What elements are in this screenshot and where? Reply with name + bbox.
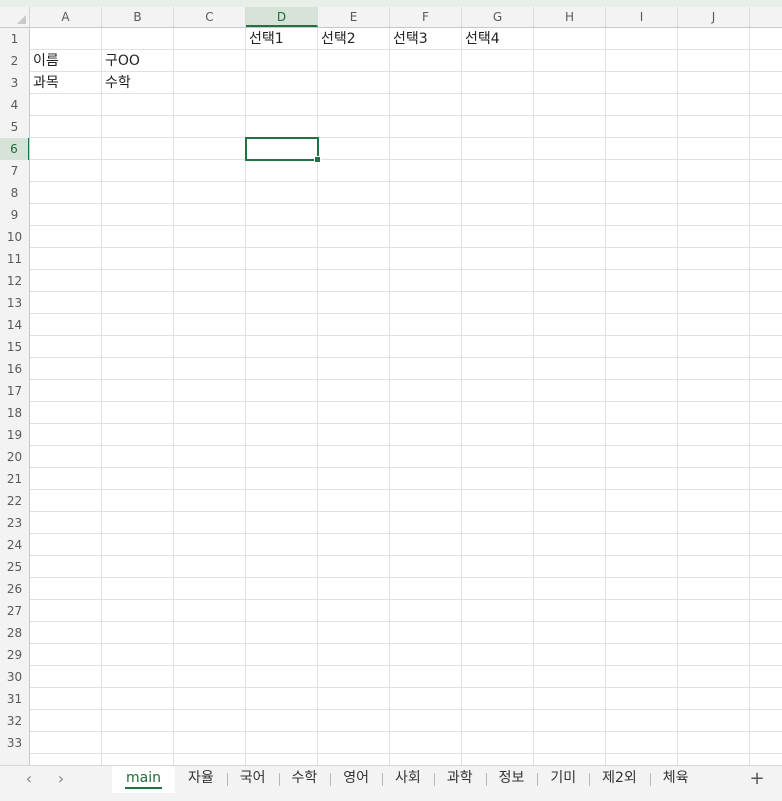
row-header-3[interactable]: 3 xyxy=(0,72,29,94)
cell-d1[interactable]: 선택1 xyxy=(246,28,284,50)
selected-cell-outline xyxy=(245,137,321,163)
select-all-corner[interactable] xyxy=(0,7,30,28)
sheet-tab-label: main xyxy=(125,770,162,789)
column-headers: ABCDEFGHIJ xyxy=(30,7,782,28)
status-bar xyxy=(0,793,782,801)
row-header-15[interactable]: 15 xyxy=(0,336,29,358)
sheet-tab-0[interactable]: main xyxy=(112,766,175,793)
row-header-9[interactable]: 9 xyxy=(0,204,29,226)
column-header-g[interactable]: G xyxy=(462,7,534,27)
row-header-4[interactable]: 4 xyxy=(0,94,29,116)
row-header-1[interactable]: 1 xyxy=(0,28,29,50)
sheet-tab-label: 체육 xyxy=(662,770,689,786)
row-header-14[interactable]: 14 xyxy=(0,314,29,336)
row-headers: 1 2 3 4 5 6 7 8 9 10 11 12 13 14 15 16 17 18 19 20 21 22 23 24 2… xyxy=(0,28,30,765)
row-header-20[interactable]: 20 xyxy=(0,446,29,468)
sheet-tab-label: 정보 xyxy=(498,770,525,786)
cell-b3[interactable]: 수학 xyxy=(102,72,131,94)
worksheet-grid[interactable]: 선택1 선택2 선택3 선택4 이름 구OO 과목 수학 xyxy=(30,28,782,765)
row-header-22[interactable]: 22 xyxy=(0,490,29,512)
column-header-h[interactable]: H xyxy=(534,7,606,27)
row-header-31[interactable]: 31 xyxy=(0,688,29,710)
row-header-30[interactable]: 30 xyxy=(0,666,29,688)
next-sheet-button[interactable]: › xyxy=(50,769,72,789)
column-header-i[interactable]: I xyxy=(606,7,678,27)
row-header-12[interactable]: 12 xyxy=(0,270,29,292)
fill-handle[interactable] xyxy=(314,156,321,163)
row-header-24[interactable]: 24 xyxy=(0,534,29,556)
plus-icon: + xyxy=(749,768,765,789)
row-header-28[interactable]: 28 xyxy=(0,622,29,644)
add-sheet-button[interactable]: + xyxy=(746,768,768,790)
row-header-25[interactable]: 25 xyxy=(0,556,29,578)
row-header-11[interactable]: 11 xyxy=(0,248,29,270)
row-header-2[interactable]: 2 xyxy=(0,50,29,72)
row-header-29[interactable]: 29 xyxy=(0,644,29,666)
prev-sheet-button[interactable]: ‹ xyxy=(18,769,40,789)
row-header-23[interactable]: 23 xyxy=(0,512,29,534)
sheet-tab-5[interactable]: 사회 xyxy=(382,766,434,793)
sheet-tab-label: 자율 xyxy=(187,770,214,786)
cell-a3[interactable]: 과목 xyxy=(30,72,59,94)
column-header-j[interactable]: J xyxy=(678,7,750,27)
row-header-17[interactable]: 17 xyxy=(0,380,29,402)
sheet-tab-3[interactable]: 수학 xyxy=(278,766,331,793)
row-header-6[interactable]: 6 xyxy=(0,138,29,160)
sheet-tabs: main 자율 국어 수학 영어 사회 과학 정보 기미 제2외 체육 xyxy=(112,766,702,793)
sheet-tab-label: 제2외 xyxy=(602,770,637,786)
sheet-tab-1[interactable]: 자율 xyxy=(175,766,227,793)
column-header-f[interactable]: F xyxy=(390,7,462,27)
sheet-tab-label: 국어 xyxy=(239,770,266,786)
cell-e1[interactable]: 선택2 xyxy=(318,28,356,50)
sheet-tab-label: 과학 xyxy=(446,770,473,786)
cell-b2[interactable]: 구OO xyxy=(102,50,140,72)
sheet-tab-8[interactable]: 기미 xyxy=(537,766,589,793)
column-header-c[interactable]: C xyxy=(174,7,246,27)
sheet-tab-9[interactable]: 제2외 xyxy=(589,766,650,793)
row-header-7[interactable]: 7 xyxy=(0,160,29,182)
column-header-d[interactable]: D xyxy=(246,7,318,27)
row-header-32[interactable]: 32 xyxy=(0,710,29,732)
row-header-16[interactable]: 16 xyxy=(0,358,29,380)
sheet-tab-label: 영어 xyxy=(343,770,370,786)
row-header-18[interactable]: 18 xyxy=(0,402,29,424)
window-top-strip xyxy=(0,0,782,7)
row-header-5[interactable]: 5 xyxy=(0,116,29,138)
column-header-e[interactable]: E xyxy=(318,7,390,27)
row-header-27[interactable]: 27 xyxy=(0,600,29,622)
row-header-13[interactable]: 13 xyxy=(0,292,29,314)
sheet-tab-7[interactable]: 정보 xyxy=(485,766,538,793)
sheet-tab-label: 수학 xyxy=(291,770,318,786)
row-header-33[interactable]: 33 xyxy=(0,732,29,754)
row-header-26[interactable]: 26 xyxy=(0,578,29,600)
row-header-21[interactable]: 21 xyxy=(0,468,29,490)
cell-g1[interactable]: 선택4 xyxy=(462,28,500,50)
sheet-tab-4[interactable]: 영어 xyxy=(330,766,382,793)
column-header-a[interactable]: A xyxy=(30,7,102,27)
chevron-left-icon: ‹ xyxy=(25,769,33,788)
sheet-tab-6[interactable]: 과학 xyxy=(433,766,486,793)
sheet-tab-label: 기미 xyxy=(550,770,577,786)
chevron-right-icon: › xyxy=(57,769,65,788)
column-header-b[interactable]: B xyxy=(102,7,174,27)
row-header-8[interactable]: 8 xyxy=(0,182,29,204)
row-header-10[interactable]: 10 xyxy=(0,226,29,248)
sheet-tab-2[interactable]: 국어 xyxy=(226,766,279,793)
select-all-triangle-icon xyxy=(17,15,26,24)
cell-f1[interactable]: 선택3 xyxy=(390,28,428,50)
sheet-tab-10[interactable]: 체육 xyxy=(649,766,702,793)
sheet-tab-bar: ‹ › main 자율 국어 수학 영어 사회 과학 정보 기미 제2외 체육 + xyxy=(0,765,782,793)
sheet-tab-label: 사회 xyxy=(395,770,421,786)
row-header-19[interactable]: 19 xyxy=(0,424,29,446)
cell-a2[interactable]: 이름 xyxy=(30,50,59,72)
